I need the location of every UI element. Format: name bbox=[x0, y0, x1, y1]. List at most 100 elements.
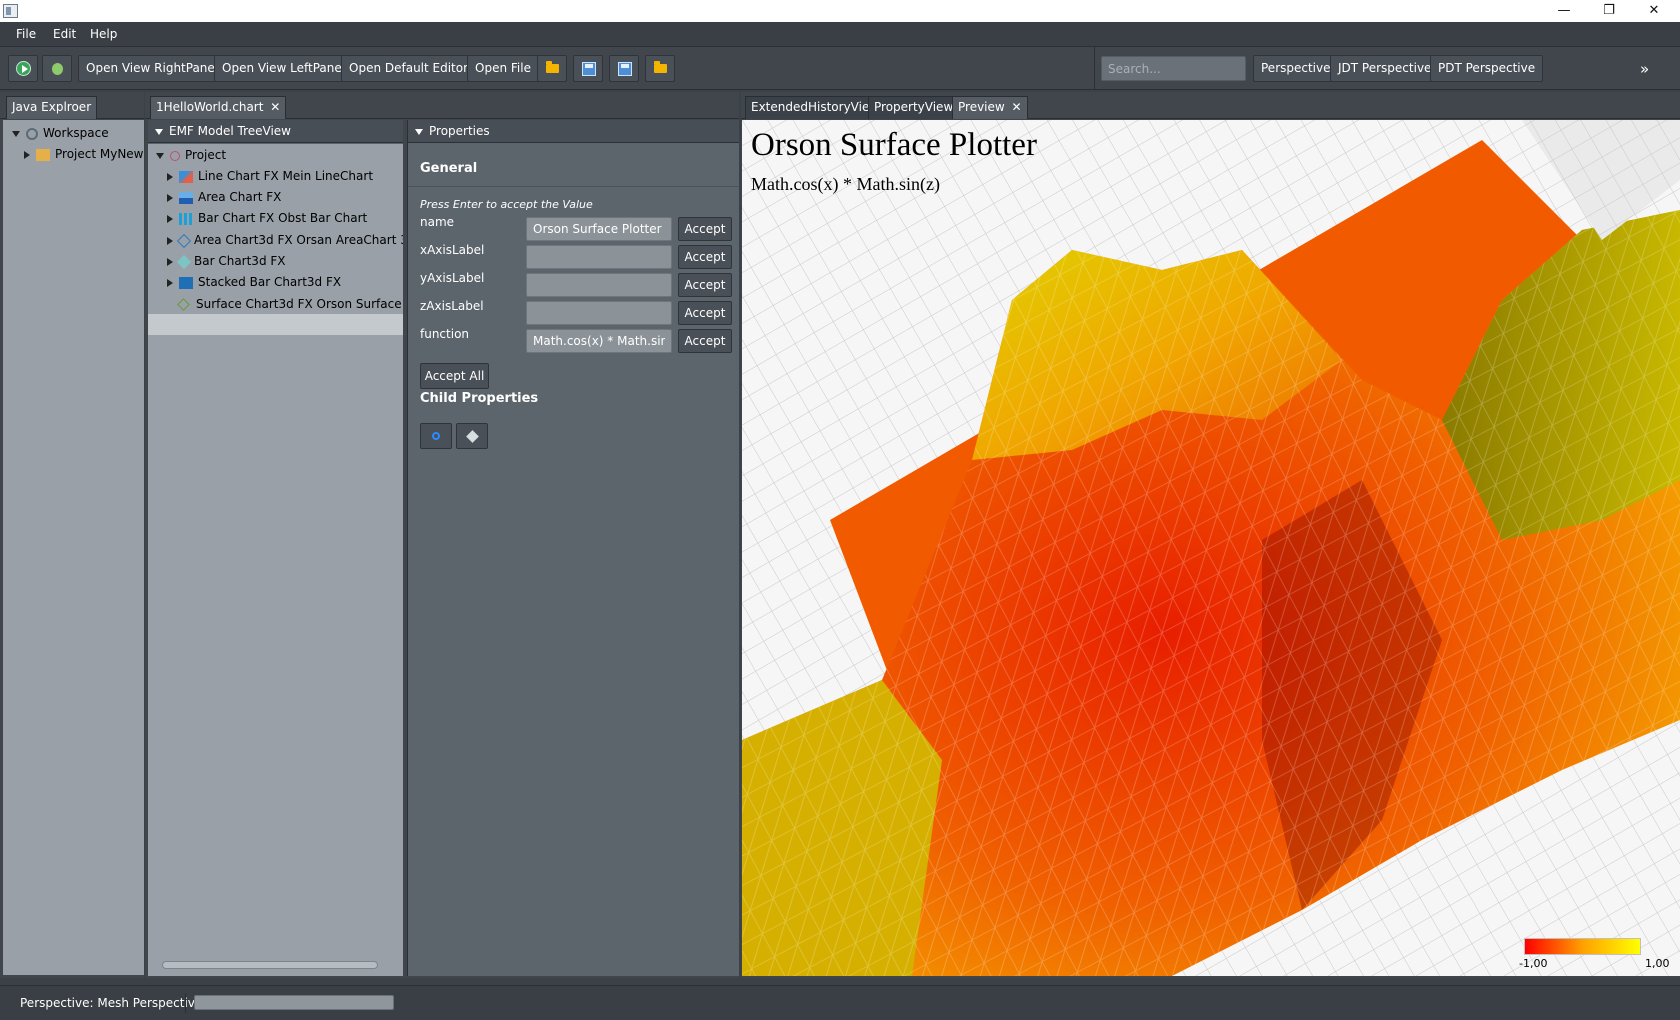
tab-label: 1HelloWorld.chart bbox=[156, 100, 264, 114]
collapse-arrow-icon[interactable] bbox=[167, 193, 173, 202]
zaxislabel-label: zAxisLabel bbox=[420, 299, 484, 313]
properties-panel: Properties General Press Enter to accept… bbox=[407, 120, 739, 976]
yaxislabel-label: yAxisLabel bbox=[420, 271, 485, 285]
tree-item-surface-chart3d[interactable]: Surface Chart3d FX Orson Surface Plotter bbox=[177, 294, 403, 314]
general-section-title: General bbox=[420, 161, 478, 176]
tree-item-bar-chart[interactable]: Bar Chart FX Obst Bar Chart bbox=[167, 208, 367, 228]
pdt-perspective-button[interactable]: PDT Perspective bbox=[1430, 55, 1544, 82]
open-file-button[interactable]: Open File bbox=[467, 55, 539, 82]
tree-content: Project Line Chart FX Mein LineChart Are… bbox=[148, 144, 403, 952]
bar-chart3d-icon bbox=[176, 254, 192, 269]
accept-all-button[interactable]: Accept All bbox=[420, 363, 489, 389]
xaxislabel-label: xAxisLabel bbox=[420, 243, 485, 257]
folder-icon bbox=[654, 61, 667, 73]
open-folder-button[interactable] bbox=[537, 55, 567, 82]
status-separator bbox=[185, 993, 186, 1013]
accept-zaxislabel-button[interactable]: Accept bbox=[678, 301, 732, 325]
xaxislabel-field[interactable] bbox=[526, 245, 672, 269]
tree-item-project-root[interactable]: Project bbox=[156, 145, 226, 165]
collapse-arrow-icon[interactable] bbox=[167, 214, 173, 223]
run-icon bbox=[16, 61, 31, 76]
minimize-icon[interactable]: — bbox=[1541, 0, 1587, 22]
chevron-right-icon[interactable]: » bbox=[1640, 60, 1649, 78]
tree-item-area-chart3d[interactable]: Area Chart3d FX Orsan AreaChart 3D bbox=[167, 230, 403, 250]
collapse-arrow-icon[interactable] bbox=[167, 257, 173, 266]
right-tabstrip: ExtendedHistoryView PropertyView Preview… bbox=[741, 92, 1680, 119]
expand-arrow-icon[interactable] bbox=[156, 152, 164, 159]
add-child-button[interactable] bbox=[420, 423, 452, 449]
left-pane: Java Explroer Workspace Project MyNewPro… bbox=[0, 92, 144, 978]
restore-icon[interactable]: ❐ bbox=[1586, 0, 1632, 22]
bug-icon bbox=[52, 63, 63, 75]
open-folder-2-button[interactable] bbox=[645, 55, 675, 82]
progress-bar bbox=[194, 995, 394, 1010]
accept-yaxislabel-button[interactable]: Accept bbox=[678, 273, 732, 297]
debug-button[interactable] bbox=[42, 55, 72, 82]
tree-item-stacked-bar-chart3d[interactable]: Stacked Bar Chart3d FX bbox=[167, 272, 341, 292]
close-icon[interactable]: ✕ bbox=[1631, 0, 1677, 22]
surface-chart3d-icon bbox=[177, 298, 190, 311]
tab-property-view[interactable]: PropertyView bbox=[868, 96, 960, 119]
open-view-leftpane-button[interactable]: Open View LeftPane bbox=[214, 55, 350, 82]
collapse-arrow-icon[interactable] bbox=[24, 150, 30, 159]
tab-label: Preview bbox=[958, 100, 1005, 114]
close-icon[interactable]: ✕ bbox=[270, 100, 280, 114]
surface-plot-preview: Orson Surface Plotter Math.cos(x) * Math… bbox=[742, 120, 1680, 976]
project-icon bbox=[170, 150, 180, 161]
area-chart-icon bbox=[179, 191, 193, 204]
close-icon[interactable]: ✕ bbox=[1012, 100, 1022, 114]
expand-arrow-icon[interactable] bbox=[12, 130, 20, 137]
menu-bar: File Edit Help bbox=[0, 22, 1680, 47]
zaxislabel-field[interactable] bbox=[526, 301, 672, 325]
collapse-arrow-icon[interactable] bbox=[167, 278, 173, 287]
yaxislabel-field[interactable] bbox=[526, 273, 672, 297]
toolbar: Open View RightPane Open View LeftPane O… bbox=[0, 47, 1680, 90]
tab-preview[interactable]: Preview ✕ bbox=[952, 96, 1028, 119]
tree-item-project[interactable]: Project MyNewProject bbox=[24, 144, 144, 164]
open-default-editor-button[interactable]: Open Default Editor bbox=[341, 55, 477, 82]
horizontal-scrollbar[interactable] bbox=[148, 952, 403, 976]
tree-item-area-chart[interactable]: Area Chart FX bbox=[167, 187, 281, 207]
menu-help[interactable]: Help bbox=[90, 27, 117, 41]
accept-name-button[interactable]: Accept bbox=[678, 217, 732, 241]
perspective-status: Perspective: Mesh Perspective bbox=[20, 996, 203, 1010]
run-button[interactable] bbox=[8, 55, 38, 82]
area-chart3d-icon bbox=[176, 233, 192, 248]
tree-item-bar-chart3d[interactable]: Bar Chart3d FX bbox=[167, 251, 286, 271]
tree-item-line-chart[interactable]: Line Chart FX Mein LineChart bbox=[167, 166, 373, 186]
folder-icon bbox=[546, 61, 559, 73]
menu-edit[interactable]: Edit bbox=[53, 27, 76, 41]
save-icon bbox=[582, 62, 596, 76]
open-view-rightpane-button[interactable]: Open View RightPane bbox=[78, 55, 223, 82]
status-bar: Perspective: Mesh Perspective bbox=[0, 985, 1680, 1020]
preview-subtitle: Math.cos(x) * Math.sin(z) bbox=[751, 174, 940, 194]
tree-item-workspace[interactable]: Workspace bbox=[12, 123, 109, 143]
color-scale-min-label: -1,00 bbox=[1519, 957, 1548, 970]
tab-hello-world-chart[interactable]: 1HelloWorld.chart ✕ bbox=[150, 96, 287, 119]
project-folder-icon bbox=[36, 148, 50, 161]
collapse-arrow-icon[interactable] bbox=[167, 172, 173, 181]
search-input[interactable] bbox=[1101, 56, 1246, 81]
accept-xaxislabel-button[interactable]: Accept bbox=[678, 245, 732, 269]
menu-file[interactable]: File bbox=[16, 27, 36, 41]
save-all-button[interactable] bbox=[609, 55, 639, 82]
properties-header[interactable]: Properties bbox=[408, 120, 739, 143]
collapse-arrow-icon bbox=[415, 128, 423, 135]
surface-plot bbox=[742, 120, 1680, 976]
tab-java-explorer[interactable]: Java Explroer bbox=[6, 96, 98, 119]
tab-extended-history-view[interactable]: ExtendedHistoryView bbox=[745, 96, 886, 119]
jdt-perspective-button[interactable]: JDT Perspective bbox=[1330, 55, 1440, 82]
add-element-button[interactable] bbox=[456, 423, 488, 449]
scrollbar-thumb[interactable] bbox=[162, 961, 378, 969]
right-pane: ExtendedHistoryView PropertyView Preview… bbox=[741, 92, 1680, 978]
function-field[interactable] bbox=[526, 329, 672, 353]
name-field[interactable] bbox=[526, 217, 672, 241]
selected-row-highlight bbox=[148, 314, 403, 335]
accept-function-button[interactable]: Accept bbox=[678, 329, 732, 353]
save-button[interactable] bbox=[573, 55, 603, 82]
diamond-icon bbox=[466, 430, 479, 443]
preview-title: Orson Surface Plotter bbox=[751, 127, 1037, 163]
function-label: function bbox=[420, 327, 470, 341]
collapse-arrow-icon[interactable] bbox=[167, 236, 173, 245]
treeview-header[interactable]: EMF Model TreeView bbox=[148, 120, 403, 143]
